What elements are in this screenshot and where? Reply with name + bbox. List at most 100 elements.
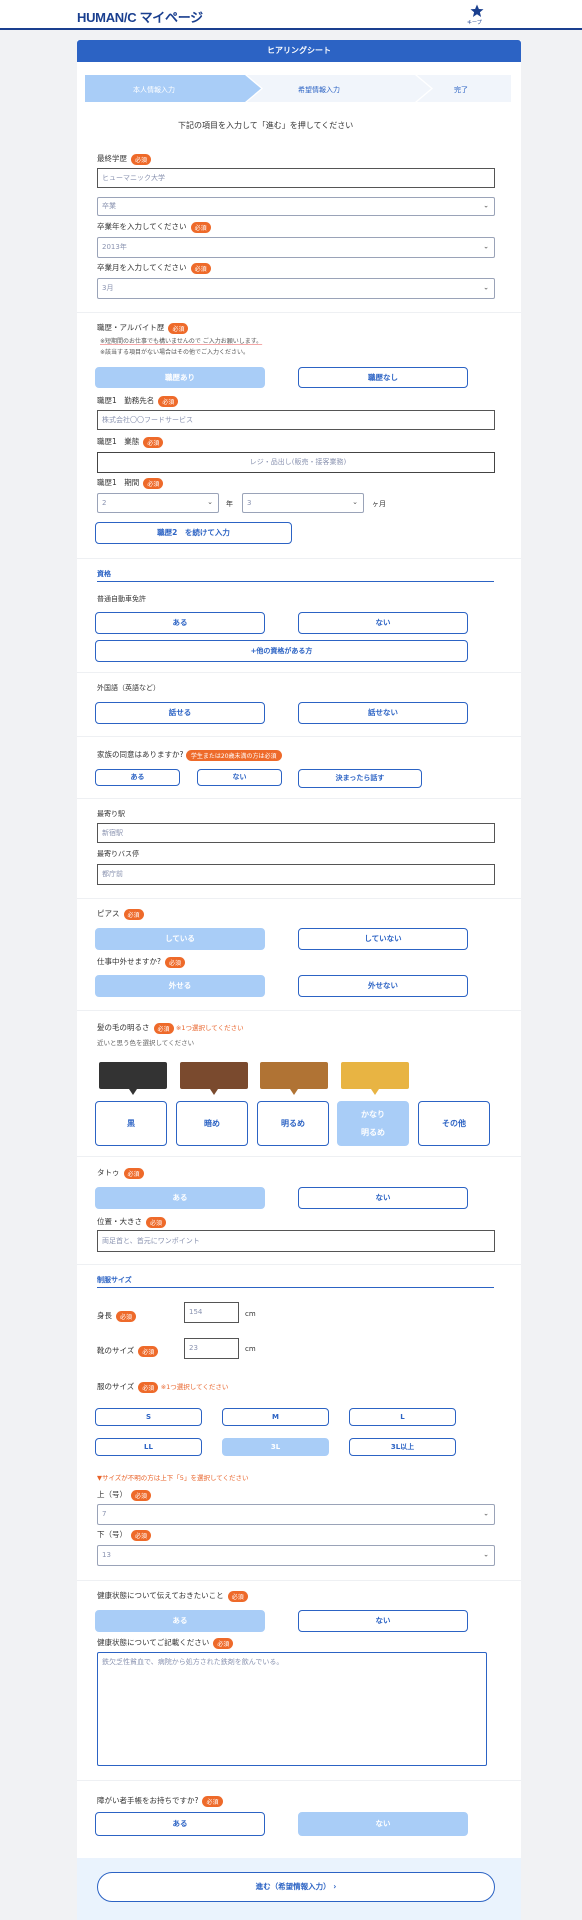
period-months-select[interactable]: 3 ⌄ [242, 493, 364, 513]
language-yes-button[interactable]: 話せる [95, 702, 265, 724]
clothes-label: 服のサイズ 必須 ※1つ選択してください [97, 1381, 229, 1393]
size-3l-button[interactable]: 3L [222, 1438, 329, 1456]
grad-year-select[interactable]: 2013年 ⌄ [97, 237, 495, 258]
step-1: 本人情報入力 [133, 86, 175, 94]
station-label: 最寄り駅 [97, 810, 125, 818]
period-years-select[interactable]: 2 ⌄ [97, 493, 219, 513]
hair-hint: 近いと思う色を選択してください [97, 1039, 195, 1047]
instruction: 下記の項目を入力して「進む」を押してください [178, 121, 354, 130]
hair-label: 髪の毛の明るさ 必須 ※1つ選択してください [97, 1022, 244, 1034]
hair-swatch-bright-pointer [290, 1089, 298, 1095]
station-input[interactable]: 新宿駅 [97, 823, 495, 843]
chevron-down-icon: ⌄ [352, 498, 358, 507]
size-ll-button[interactable]: LL [95, 1438, 202, 1456]
family-label: 家族の同意はありますか? 学生または20歳未満の方は必須 [97, 749, 282, 761]
career-no-button[interactable]: 職歴なし [298, 367, 468, 388]
company-label: 職歴1 勤務先名 必須 [97, 395, 179, 407]
piercing-yes-button[interactable]: している [95, 928, 265, 950]
chevron-down-icon: ⌄ [483, 1509, 489, 1518]
hair-swatch-dark-pointer [210, 1089, 218, 1095]
size-s-button[interactable]: S [95, 1408, 202, 1426]
chevron-down-icon: ⌄ [483, 242, 489, 251]
school-input[interactable]: ヒューマニック大学 [97, 168, 495, 188]
qualification-heading: 資格 [97, 570, 111, 578]
keep-star-icon[interactable] [470, 4, 484, 18]
grad-month-select[interactable]: 3月 ⌄ [97, 278, 495, 299]
piercing-label: ピアス 必須 [97, 908, 144, 920]
chevron-down-icon: ⌄ [483, 201, 489, 210]
next-button[interactable]: 進む（希望情報入力） › [97, 1872, 495, 1902]
hair-swatch-dark [180, 1062, 248, 1089]
tattoo-position-label: 位置・大きさ 必須 [97, 1216, 167, 1228]
health-yes-button[interactable]: ある [95, 1610, 265, 1632]
hair-swatch-black [99, 1062, 167, 1089]
business-type-input[interactable]: レジ・品出し(販売・接客業務) [97, 452, 495, 473]
disability-yes-button[interactable]: ある [95, 1812, 265, 1836]
company-input[interactable]: 株式会社〇〇フードサービス [97, 410, 495, 430]
bus-stop-label: 最寄りバス停 [97, 850, 139, 858]
top-size-select[interactable]: 7 ⌄ [97, 1504, 495, 1525]
health-detail-label: 健康状態についてご記載ください 必須 [97, 1637, 234, 1649]
chevron-down-icon: ⌄ [207, 498, 213, 507]
piercing-removable-button[interactable]: 外せる [95, 975, 265, 997]
size-l-button[interactable]: L [349, 1408, 456, 1426]
shoe-input[interactable]: 23 [184, 1338, 239, 1359]
bottom-size-select[interactable]: 13 ⌄ [97, 1545, 495, 1566]
bottom-size-label: 下（号） 必須 [97, 1529, 152, 1541]
keep-label: キープ [467, 20, 482, 26]
add-career-button[interactable]: 職歴2 を続けて入力 [95, 522, 292, 544]
health-label: 健康状態について伝えておきたいこと 必須 [97, 1590, 248, 1602]
education-status-select[interactable]: 卒業 ⌄ [97, 197, 495, 216]
chevron-right-icon: › [333, 1882, 337, 1891]
step-3: 完了 [454, 86, 468, 94]
license-label: 普通自動車免許 [97, 595, 146, 603]
size-3l-plus-button[interactable]: 3L以上 [349, 1438, 456, 1456]
height-unit: cm [245, 1310, 256, 1318]
family-no-button[interactable]: ない [197, 769, 282, 786]
hair-bright-button[interactable]: 明るめ [257, 1101, 329, 1146]
career-yes-button[interactable]: 職歴あり [95, 367, 265, 388]
hair-other-button[interactable]: その他 [418, 1101, 490, 1146]
hair-swatch-bright [260, 1062, 328, 1089]
step-2: 希望情報入力 [298, 86, 340, 94]
disability-label: 障がい者手帳をお持ちですか? 必須 [97, 1795, 223, 1807]
chevron-down-icon: ⌄ [483, 283, 489, 292]
language-no-button[interactable]: 話せない [298, 702, 468, 724]
hair-very-bright-button[interactable]: かなり 明るめ [337, 1101, 409, 1146]
disability-no-button[interactable]: ない [298, 1812, 468, 1836]
health-no-button[interactable]: ない [298, 1610, 468, 1632]
app-header: HUMAN/C マイページ キープ [0, 0, 582, 30]
tattoo-yes-button[interactable]: ある [95, 1187, 265, 1209]
hair-black-button[interactable]: 黒 [95, 1101, 167, 1146]
family-later-button[interactable]: 決まったら話す [298, 769, 422, 788]
license-yes-button[interactable]: ある [95, 612, 265, 634]
tattoo-no-button[interactable]: ない [298, 1187, 468, 1209]
license-no-button[interactable]: ない [298, 612, 468, 634]
required-badge: 必須 [131, 153, 152, 165]
grad-year-label: 卒業年を入力してください 必須 [97, 221, 211, 233]
other-qualification-button[interactable]: +他の資格がある方 [95, 640, 468, 662]
business-type-label: 職歴1 業態 必須 [97, 436, 164, 448]
hair-swatch-black-pointer [129, 1089, 137, 1095]
language-label: 外国語（英語など） [97, 684, 160, 692]
top-size-label: 上（号） 必須 [97, 1489, 152, 1501]
bus-stop-input[interactable]: 都庁前 [97, 864, 495, 885]
piercing-not-removable-button[interactable]: 外せない [298, 975, 468, 997]
height-label: 身長 必須 [97, 1310, 137, 1322]
career-label: 職歴・アルバイト歴 必須 [97, 322, 189, 334]
piercing-no-button[interactable]: していない [298, 928, 468, 950]
size-m-button[interactable]: M [222, 1408, 329, 1426]
chevron-down-icon: ⌄ [483, 1550, 489, 1559]
tattoo-position-input[interactable]: 両足首と、首元にワンポイント [97, 1230, 495, 1252]
health-detail-textarea[interactable]: 鉄欠乏性貧血で、病院から処方された鉄剤を飲んでいる。 [97, 1652, 487, 1766]
hair-dark-button[interactable]: 暗め [176, 1101, 248, 1146]
career-note-1: ※短期間のお仕事でも構いませんので ご入力お願いします。 [100, 338, 263, 345]
logo[interactable]: HUMAN/C マイページ [77, 7, 203, 26]
shoe-label: 靴のサイズ 必須 [97, 1345, 159, 1357]
grad-month-label: 卒業月を入力してください 必須 [97, 262, 211, 274]
education-label: 最終学歴 必須 [97, 153, 152, 165]
years-unit: 年 [226, 500, 233, 508]
family-yes-button[interactable]: ある [95, 769, 180, 786]
height-input[interactable]: 154 [184, 1302, 239, 1323]
hair-swatch-very-bright [341, 1062, 409, 1089]
